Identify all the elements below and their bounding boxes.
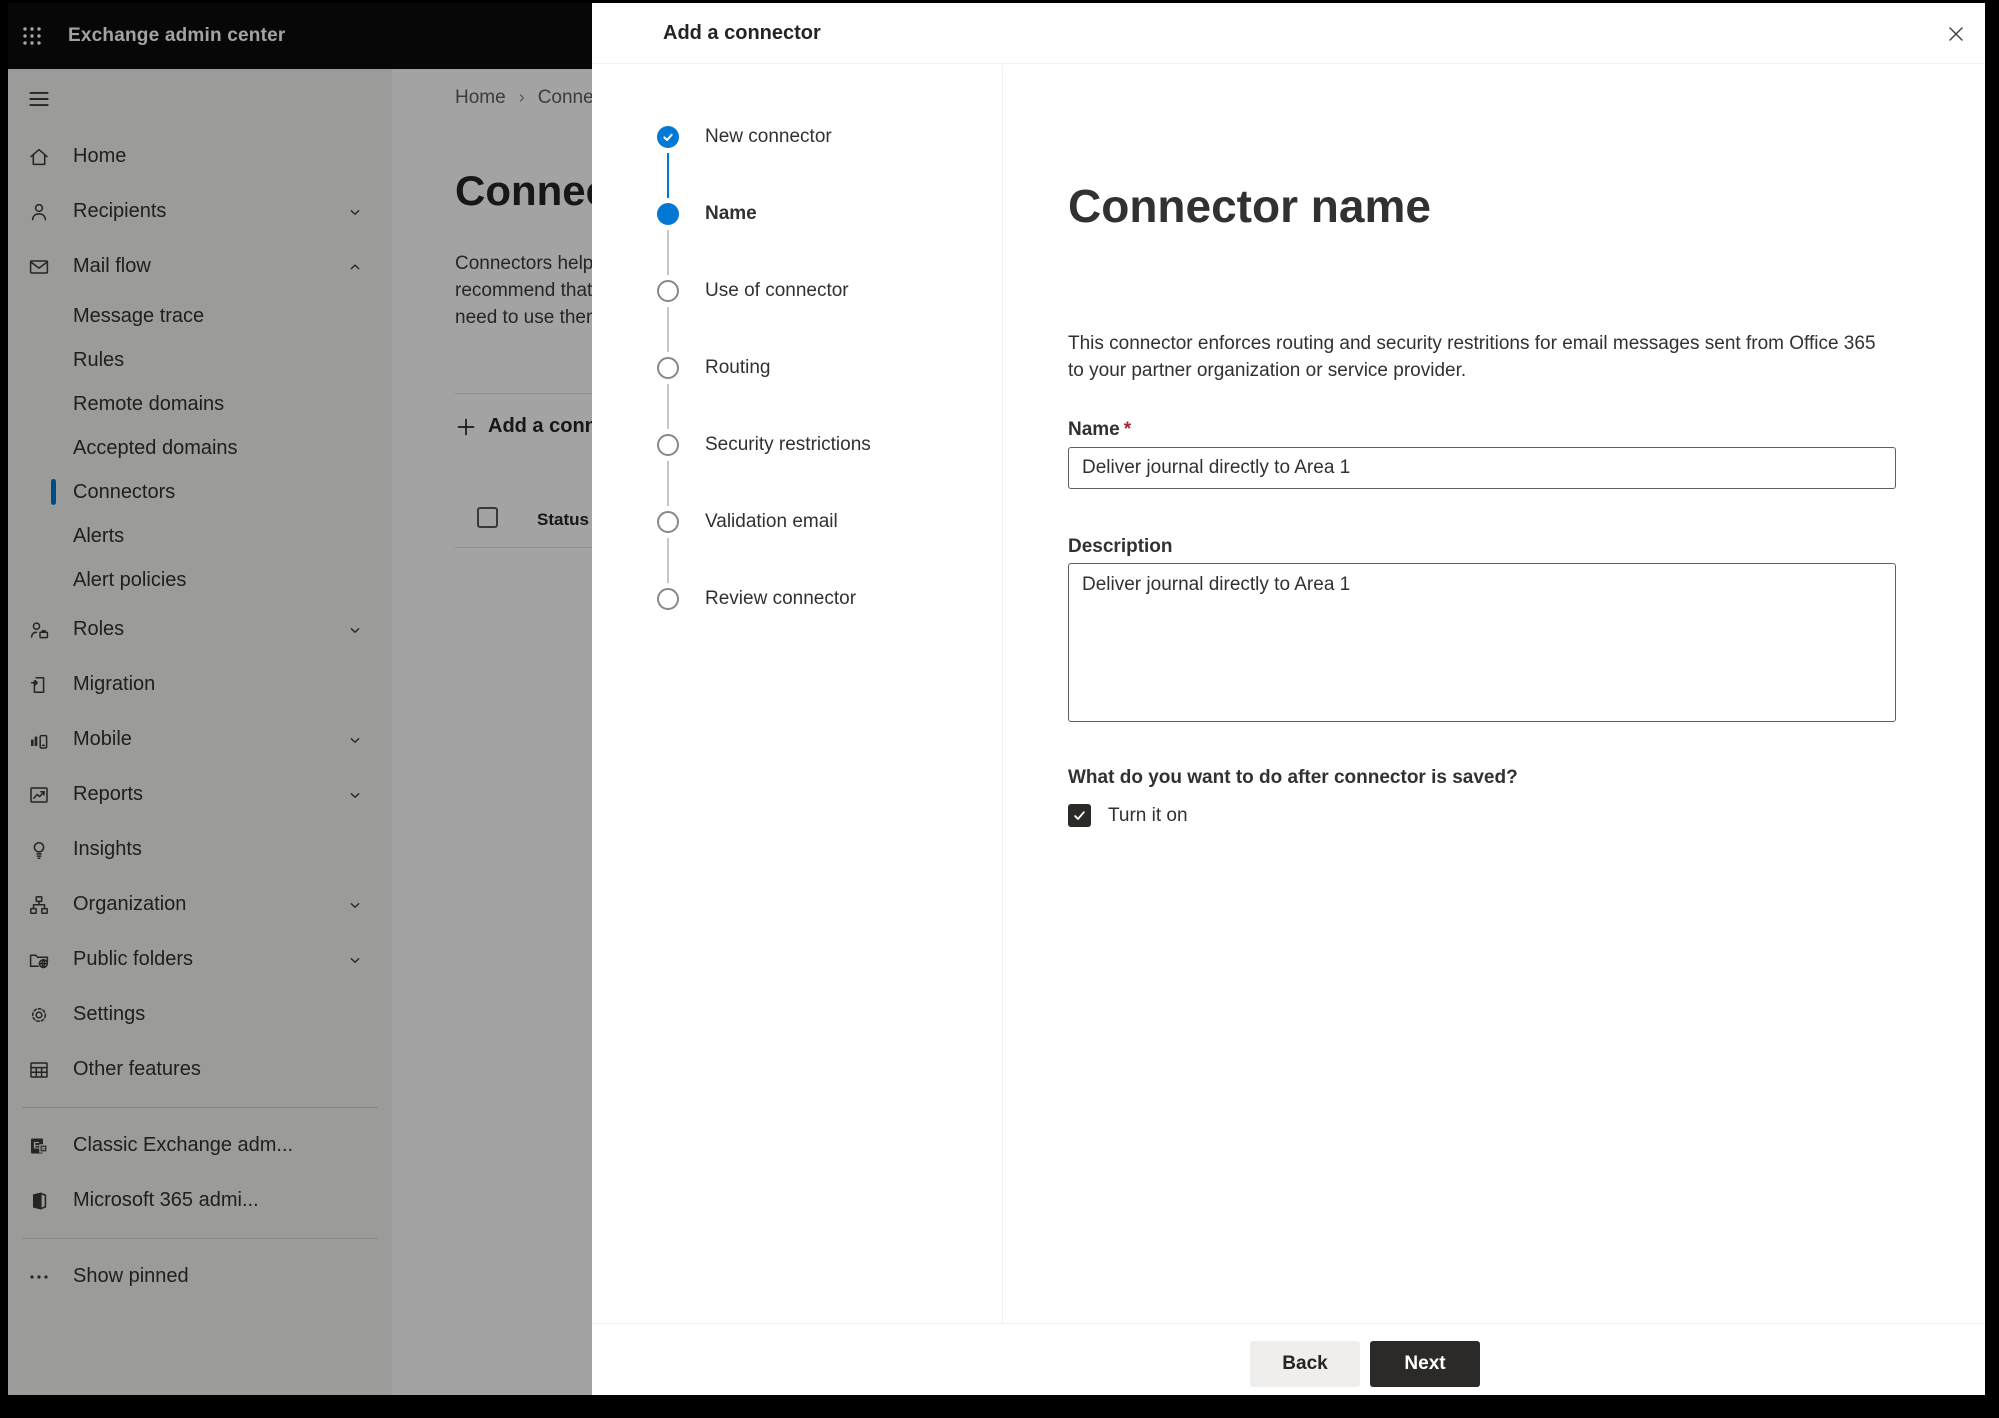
step-connector-line (667, 153, 669, 198)
step-connector-line (667, 307, 669, 352)
step-dot-name[interactable] (657, 203, 679, 225)
step-label-name[interactable]: Name (705, 200, 757, 228)
close-icon (1949, 27, 1963, 41)
step-dot-review-connector[interactable] (657, 588, 679, 610)
description-field-label: Description (1068, 536, 1173, 557)
description-textarea[interactable]: Deliver journal directly to Area 1 (1068, 563, 1896, 722)
step-connector-line (667, 538, 669, 583)
step-dot-security-restrictions[interactable] (657, 434, 679, 456)
turn-it-on-label: Turn it on (1108, 804, 1188, 826)
step-connector-line (667, 461, 669, 506)
name-input[interactable] (1068, 447, 1896, 489)
step-label-validation-email[interactable]: Validation email (705, 508, 838, 536)
screen: Exchange admin center Home Recipients Ma… (8, 3, 1985, 1395)
dialog-title: Add a connector (663, 22, 821, 44)
next-button[interactable]: Next (1370, 1341, 1480, 1387)
step-dot-use-of-connector[interactable] (657, 280, 679, 302)
name-field-label: Name * (1068, 419, 1132, 440)
required-asterisk: * (1123, 419, 1132, 440)
wizard-page-description: This connector enforces routing and secu… (1068, 333, 1876, 381)
step-dot-new-connector[interactable] (657, 126, 679, 148)
step-dot-routing[interactable] (657, 357, 679, 379)
wizard-stepper: New connector Name Use of connector Rout… (592, 65, 1003, 1323)
check-icon (1074, 811, 1085, 820)
back-button[interactable]: Back (1250, 1341, 1360, 1387)
check-icon (663, 133, 673, 142)
step-label-new-connector[interactable]: New connector (705, 123, 832, 151)
dialog-footer: Back Next (592, 1323, 1985, 1395)
step-dot-validation-email[interactable] (657, 511, 679, 533)
after-save-question: What do you want to do after connector i… (1068, 767, 1518, 788)
step-label-use-of-connector[interactable]: Use of connector (705, 277, 849, 305)
add-connector-dialog: Add a connector New connector Name Use o… (592, 3, 1985, 1395)
turn-it-on-checkbox[interactable] (1068, 804, 1091, 827)
dialog-header: Add a connector (592, 3, 1985, 64)
step-label-security-restrictions[interactable]: Security restrictions (705, 431, 871, 459)
step-connector-line (667, 384, 669, 429)
wizard-page-heading: Connector name (1068, 180, 1431, 232)
close-button[interactable] (1940, 18, 1972, 50)
step-connector-line (667, 230, 669, 275)
step-label-routing[interactable]: Routing (705, 354, 771, 382)
turn-it-on-checkbox-row[interactable]: Turn it on (1068, 804, 1188, 827)
step-label-review-connector[interactable]: Review connector (705, 585, 856, 613)
